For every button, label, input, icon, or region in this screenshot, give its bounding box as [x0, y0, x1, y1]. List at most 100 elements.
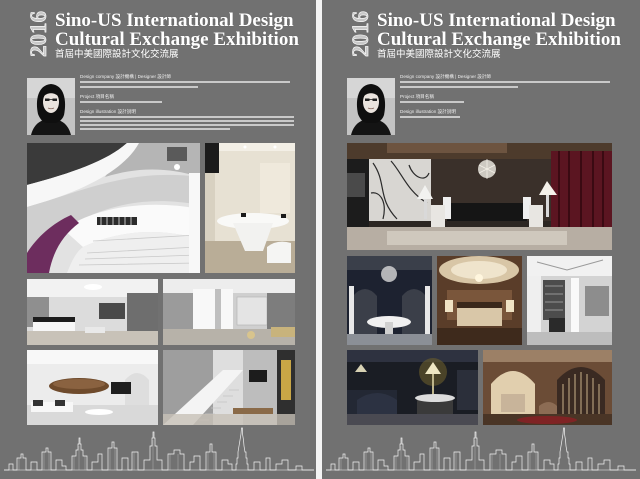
photo-white-hall-image-part [247, 331, 255, 339]
designer-portrait-image-part [49, 99, 53, 100]
designer-info-block: Design company 設計機構 | Designer 設計師 Proje… [80, 74, 310, 134]
photo-grey-lounge-image-part [571, 278, 579, 338]
photo-dining-room-image-part [369, 159, 431, 221]
photo-dome-bedroom-image [437, 256, 522, 345]
company-label: Design company 設計機構 | Designer 設計師 [400, 74, 492, 79]
photo-grey-lounge-image [527, 256, 612, 345]
photo-bedroom-image-part [99, 303, 125, 319]
photo-bedroom-image [27, 279, 158, 345]
title-line-2: Cultural Exchange Exhibition [55, 29, 299, 50]
photo-dining-room [347, 143, 612, 250]
photo-grey-lounge [527, 256, 612, 345]
designer-portrait [347, 78, 395, 135]
photo-arched-hall-image-part [347, 334, 432, 345]
photo-dining-room-image-part [424, 199, 427, 219]
info-text-line [80, 101, 162, 103]
photo-bedroom-image-part [84, 284, 102, 290]
photo-spiral-staircase-image [27, 143, 200, 273]
photo-living-room-image [27, 350, 158, 425]
photo-spiral-staircase [27, 143, 200, 273]
photo-arched-lounge-image-part [517, 416, 577, 424]
photo-round-table [205, 143, 295, 273]
photo-grey-lounge-image-part [585, 286, 609, 316]
photo-dark-study-image-part [347, 350, 478, 362]
photo-bedroom-image-part [127, 293, 158, 333]
title-line-2: Cultural Exchange Exhibition [377, 29, 621, 50]
designer-portrait [27, 78, 75, 135]
year-label: 2016 [348, 11, 374, 58]
photo-dome-bedroom [437, 256, 522, 345]
photo-living-room-image-part [85, 409, 113, 415]
info-text-line [80, 86, 198, 88]
photo-dining-room-image-part [387, 143, 507, 153]
photo-arched-lounge-image-part [483, 350, 612, 362]
photo-living-room-image-part [27, 350, 158, 364]
photo-living-room-image-part [111, 382, 131, 394]
photo-dining-room-image-part [387, 231, 567, 245]
photo-round-table-image [205, 143, 295, 273]
photo-dome-bedroom-image-part [457, 306, 502, 326]
photo-white-hall-image-part [236, 296, 268, 326]
photo-dome-bedroom-image-part [475, 274, 483, 282]
chinese-subtitle: 首屆中美國際設計文化交流展 [55, 49, 179, 60]
photo-spiral-staircase-image-part [167, 147, 187, 161]
photo-grey-lounge-image-part [527, 256, 612, 276]
city-skyline-drawing-part [326, 427, 636, 471]
photo-dome-bedroom-image-part [445, 300, 453, 312]
photo-round-table-image-part [267, 241, 291, 263]
info-text-line [80, 81, 290, 83]
info-text-line [80, 116, 294, 118]
city-skyline-drawing-part [4, 427, 314, 471]
designer-portrait-image-part [45, 98, 50, 101]
city-skyline-drawing-part [340, 440, 537, 470]
photo-staircase [163, 350, 295, 425]
photo-grey-lounge-image-part [549, 318, 565, 332]
photo-dome-bedroom-image-part [457, 302, 502, 308]
photo-living-room-image-part [55, 400, 65, 406]
info-text-line [80, 128, 230, 130]
photo-white-hall-image-part [271, 327, 295, 337]
photo-spiral-staircase-image-part [189, 173, 200, 273]
photo-dark-study-image-part [457, 370, 478, 410]
photo-dining-room-image-part [447, 203, 527, 221]
info-text-line [400, 81, 610, 83]
photo-staircase-image-part [249, 370, 267, 382]
photo-dome-bedroom-image-part [506, 300, 514, 312]
photo-bedroom [27, 279, 158, 345]
photo-round-table-image-part [281, 214, 286, 218]
photo-dining-room-image-part [546, 195, 549, 217]
photo-bedroom-image-part [33, 321, 75, 331]
photo-bedroom-image-part [33, 317, 75, 322]
photo-bedroom-image-part [27, 331, 158, 345]
designer-portrait-image-part [372, 98, 377, 101]
photo-round-table-image-part [241, 213, 246, 217]
photo-dining-room-image-part [347, 173, 365, 197]
photo-arched-hall [347, 256, 432, 345]
photo-round-table-image-part [260, 163, 290, 213]
photo-round-table-image-part [205, 143, 219, 173]
photo-arched-lounge-image-part [501, 394, 525, 412]
photo-living-room-image-part [33, 400, 43, 406]
photo-dining-room-image-part [529, 205, 543, 227]
city-skyline-drawing-part [18, 440, 215, 470]
info-text-line [400, 101, 464, 103]
year-label: 2016 [26, 11, 52, 58]
title-line-1: Sino-US International Design [55, 10, 294, 31]
photo-staircase-image-part [233, 408, 273, 414]
photo-arched-hall-image-part [381, 266, 397, 282]
photo-white-hall [163, 279, 295, 345]
designer-portrait-image-part [369, 99, 373, 100]
designer-portrait-image-part [365, 98, 370, 101]
photo-dark-study-image-part [432, 374, 434, 396]
photo-staircase-image-part [281, 360, 291, 400]
photo-living-room [27, 350, 158, 425]
photo-dark-study-image-part [357, 393, 397, 416]
photo-staircase-image [163, 350, 295, 425]
photo-living-room-image-part [53, 379, 105, 389]
photo-dark-study-image [347, 350, 478, 425]
project-label: Project 項目名稱 [400, 94, 434, 99]
exhibition-poster-right: 2016 Sino-US International Design Cultur… [322, 0, 640, 479]
info-text-line [80, 124, 294, 126]
illustration-label: Design illustration 設計說明 [400, 109, 456, 114]
project-label: Project 項目名稱 [80, 94, 114, 99]
